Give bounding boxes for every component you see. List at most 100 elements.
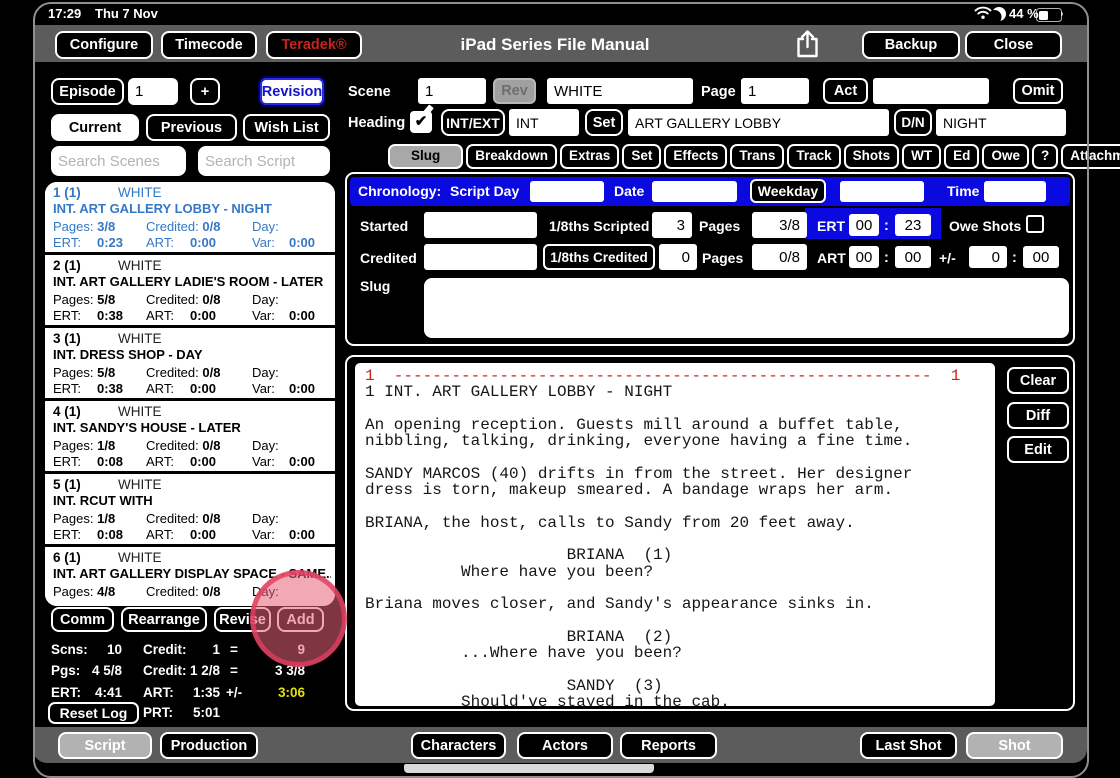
plusminus-minutes-field[interactable] (1023, 246, 1059, 268)
tab-wish-list[interactable]: Wish List (243, 114, 330, 141)
set-button[interactable]: Set (585, 109, 623, 136)
pgs-value: 4 5/8 (66, 663, 122, 678)
rev-button[interactable]: Rev (493, 78, 536, 104)
battery-icon (1036, 8, 1062, 22)
scene-list-item-3[interactable]: 3 (1) WHITE INT. DRESS SHOP - DAY Pages:… (45, 325, 335, 398)
art-colon: : (884, 250, 889, 266)
shot-button[interactable]: Shot (966, 732, 1063, 759)
home-indicator-bar[interactable] (404, 764, 654, 773)
date-label: Date (614, 183, 644, 199)
episode-number-field[interactable] (128, 78, 178, 105)
scene-list-item-1[interactable]: 1 (1) WHITE INT. ART GALLERY LOBBY - NIG… (45, 182, 335, 252)
script-body-text: 1 INT. ART GALLERY LOBBY - NIGHT An open… (355, 384, 995, 706)
started-field[interactable] (424, 212, 537, 238)
actors-button[interactable]: Actors (517, 732, 613, 759)
eighths-credited-field[interactable] (659, 244, 697, 270)
tab-trans[interactable]: Trans (730, 144, 784, 169)
page-number-field[interactable] (741, 78, 809, 104)
share-icon[interactable] (794, 29, 821, 59)
tab-slug[interactable]: Slug (388, 144, 463, 169)
act-field[interactable] (873, 78, 989, 104)
int-ext-button[interactable]: INT/EXT (441, 109, 505, 136)
day-night-button[interactable]: D/N (894, 109, 932, 136)
set-field[interactable] (628, 109, 889, 136)
timecode-button[interactable]: Timecode (161, 31, 257, 59)
comm-button[interactable]: Comm (51, 607, 114, 632)
scene-number-field[interactable] (418, 78, 486, 104)
search-script-input[interactable] (198, 146, 330, 176)
day-night-field[interactable] (936, 109, 1066, 136)
characters-button[interactable]: Characters (411, 732, 506, 759)
time-field[interactable] (984, 181, 1046, 202)
tab-attachments[interactable]: Attachments (1061, 144, 1120, 169)
heading-label: Heading (348, 115, 405, 131)
eighths-scripted-field[interactable] (652, 212, 692, 238)
prt-value: 5:01 (168, 705, 220, 720)
tab-extras[interactable]: Extras (560, 144, 619, 169)
tab-set[interactable]: Set (622, 144, 661, 169)
production-section-button[interactable]: Production (160, 732, 258, 759)
art-minutes-field[interactable] (895, 246, 931, 268)
diff-button[interactable]: Diff (1007, 402, 1069, 429)
page-marker-line: 1 --------------------------------------… (355, 363, 995, 384)
reset-log-button[interactable]: Reset Log (48, 702, 139, 724)
owe-shots-checkbox[interactable] (1026, 215, 1044, 233)
ert-hours-field[interactable] (849, 214, 879, 236)
tab-breakdown[interactable]: Breakdown (466, 144, 557, 169)
ert-art-diff-value: 3:06 (238, 685, 305, 700)
act-button[interactable]: Act (823, 78, 868, 104)
weekday-button[interactable]: Weekday (750, 179, 826, 203)
add-episode-button[interactable]: + (190, 78, 220, 105)
reports-button[interactable]: Reports (620, 732, 717, 759)
script-section-button[interactable]: Script (58, 732, 152, 759)
revision-button[interactable]: Revision (260, 78, 324, 105)
tab-effects[interactable]: Effects (664, 144, 727, 169)
search-scenes-input[interactable] (51, 146, 186, 176)
revise-button[interactable]: Revise (214, 607, 271, 632)
clear-button[interactable]: Clear (1007, 367, 1069, 394)
eighths-credited-button[interactable]: 1/8ths Credited (543, 244, 655, 270)
script-text-view[interactable]: 1 --------------------------------------… (355, 363, 995, 706)
pages-scripted-field[interactable] (752, 212, 807, 238)
last-shot-button[interactable]: Last Shot (860, 732, 957, 759)
plusminus-hours-field[interactable] (969, 246, 1007, 268)
scns-equals: = (230, 642, 238, 657)
scene-list-item-5[interactable]: 5 (1) WHITE INT. RCUT WITH Pages: 1/8 Cr… (45, 471, 335, 544)
backup-button[interactable]: Backup (862, 31, 960, 59)
tab-ed[interactable]: Ed (944, 144, 979, 169)
art-hours-field[interactable] (849, 246, 879, 268)
weekday-field[interactable] (840, 181, 924, 202)
ert-minutes-field[interactable] (895, 214, 931, 236)
configure-button[interactable]: Configure (55, 31, 153, 59)
episode-button[interactable]: Episode (51, 78, 124, 105)
teradek-button[interactable]: Teradek® (266, 31, 362, 59)
pages-credited-field[interactable] (752, 244, 807, 270)
tab-question[interactable]: ? (1032, 144, 1058, 169)
credited-field[interactable] (424, 244, 537, 270)
tab-shots[interactable]: Shots (844, 144, 900, 169)
tab-owe[interactable]: Owe (982, 144, 1029, 169)
tab-current[interactable]: Current (51, 114, 139, 141)
scene-list-item-6[interactable]: 6 (1) WHITE INT. ART GALLERY DISPLAY SPA… (45, 544, 335, 606)
tab-previous[interactable]: Previous (146, 114, 237, 141)
int-ext-field[interactable] (509, 109, 579, 136)
chronology-label: Chronology: (358, 183, 441, 199)
script-day-field[interactable] (530, 181, 604, 202)
tab-track[interactable]: Track (787, 144, 840, 169)
scene-color-field[interactable] (547, 78, 693, 104)
slug-textarea[interactable] (424, 278, 1069, 338)
add-button[interactable]: Add (277, 607, 324, 632)
close-button[interactable]: Close (965, 31, 1062, 59)
slug-label: Slug (360, 278, 390, 294)
omit-button[interactable]: Omit (1013, 78, 1063, 104)
owe-shots-label: Owe Shots (949, 218, 1021, 234)
tab-wt[interactable]: WT (902, 144, 941, 169)
heading-checked-icon[interactable]: ✔ (410, 111, 432, 133)
scns-credit-value: 1 (168, 642, 220, 657)
rearrange-button[interactable]: Rearrange (121, 607, 207, 632)
scene-list-item-4[interactable]: 4 (1) WHITE INT. SANDY'S HOUSE - LATER P… (45, 398, 335, 471)
edit-button[interactable]: Edit (1007, 436, 1069, 463)
scene-list-item-2[interactable]: 2 (1) WHITE INT. ART GALLERY LADIE'S ROO… (45, 252, 335, 325)
date-field[interactable] (652, 181, 737, 202)
script-panel: 1 --------------------------------------… (345, 355, 1075, 711)
